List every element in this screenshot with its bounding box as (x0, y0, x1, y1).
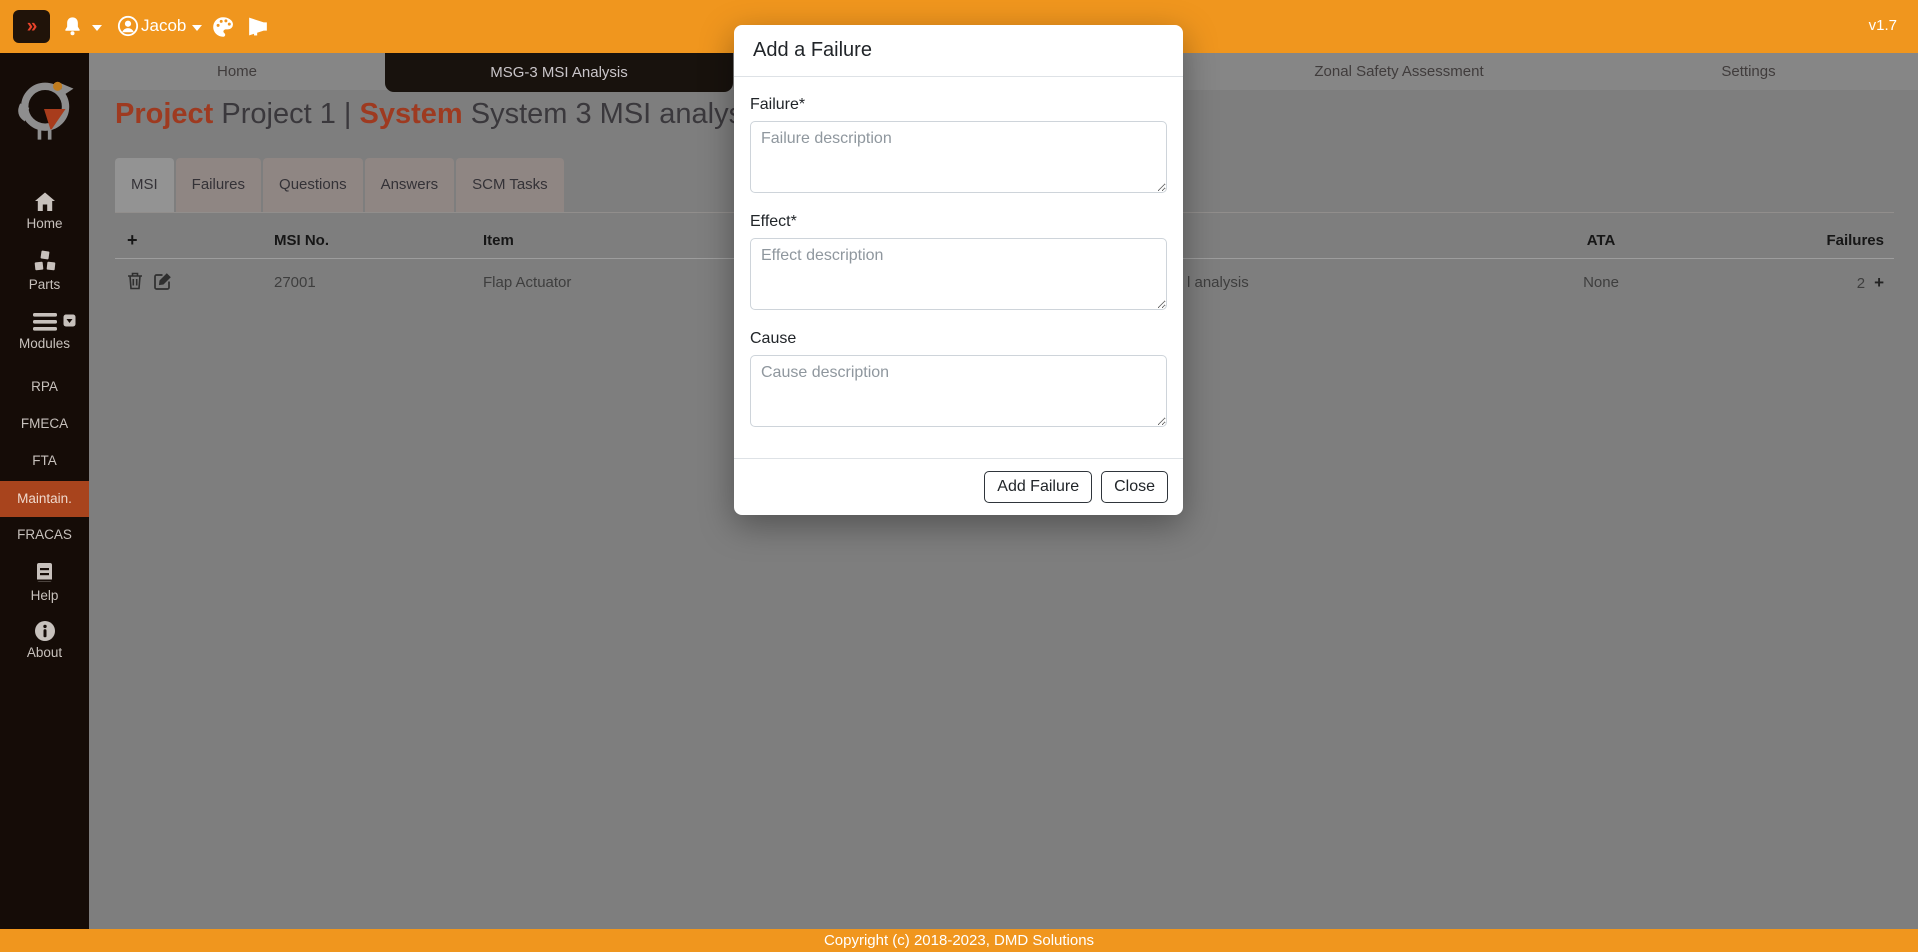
sidebar-item-label: Home (0, 216, 89, 231)
tab-label: Home (217, 63, 257, 80)
add-msi-button[interactable]: + (127, 230, 138, 251)
effect-description-input[interactable] (750, 238, 1167, 310)
sidebar-item-maintain[interactable]: Maintain. (0, 481, 89, 517)
title-separator: | (344, 98, 352, 130)
project-value: Project 1 (221, 98, 335, 130)
col-header-item: Item (470, 232, 690, 249)
cell-item: Flap Actuator (470, 274, 690, 291)
palette-icon[interactable] (211, 15, 235, 44)
sidebar-item-label: FMECA (21, 416, 68, 431)
megaphone-icon[interactable] (245, 14, 271, 44)
subtab-answers[interactable]: Answers (365, 158, 455, 212)
sidebar-item-label: Maintain. (17, 491, 72, 506)
cell-ata: None (1546, 274, 1656, 291)
page-title: Project Project 1 | System System 3 MSI … (115, 98, 764, 131)
modal-title: Add a Failure (734, 25, 1183, 77)
subtab-scm-tasks[interactable]: SCM Tasks (456, 158, 564, 212)
home-icon (33, 191, 57, 213)
modules-icon (32, 311, 58, 333)
modal-body: Failure* Effect* Cause (734, 77, 1183, 458)
app-version: v1.7 (1869, 17, 1897, 34)
footer-bar: Copyright (c) 2018-2023, DMD Solutions (0, 929, 1918, 952)
system-value: System 3 MSI analysis (471, 98, 764, 130)
subtab-questions[interactable]: Questions (263, 158, 363, 212)
user-dropdown-caret-icon[interactable] (192, 25, 202, 31)
bell-dropdown-caret-icon[interactable] (92, 25, 102, 31)
add-failure-modal: Add a Failure Failure* Effect* Cause Add… (734, 25, 1183, 515)
sidebar-item-label: Parts (0, 277, 89, 292)
effect-label: Effect* (750, 213, 1167, 231)
col-header-msi-no: MSI No. (260, 232, 470, 249)
sidebar-item-fracas[interactable]: FRACAS (0, 527, 89, 542)
sidebar-item-about[interactable]: About (0, 620, 89, 660)
cause-label: Cause (750, 330, 1167, 348)
add-failure-row-button[interactable]: + (1874, 273, 1884, 293)
sidebar-item-rpa[interactable]: RPA (0, 379, 89, 394)
sidebar-item-help[interactable]: Help (0, 562, 89, 603)
sidebar-item-label: FTA (32, 453, 57, 468)
subtab-msi[interactable]: MSI (115, 158, 174, 212)
sidebar-item-label: Help (0, 588, 89, 603)
sidebar-item-fta[interactable]: FTA (0, 453, 89, 468)
subtab-failures[interactable]: Failures (176, 158, 261, 212)
bell-icon[interactable] (61, 15, 84, 43)
sidebar-item-home[interactable]: Home (0, 191, 89, 231)
delete-msi-icon[interactable] (127, 272, 143, 294)
copyright-text: Copyright (c) 2018-2023, DMD Solutions (824, 932, 1094, 949)
failure-label: Failure* (750, 96, 1167, 114)
tab-settings[interactable]: Settings (1579, 53, 1918, 90)
edit-msi-icon[interactable] (154, 272, 172, 294)
tab-home[interactable]: Home (89, 53, 385, 90)
modules-dropdown-box-icon[interactable] (63, 314, 76, 327)
sidebar-item-parts[interactable]: Parts (0, 250, 89, 292)
col-header-failures: Failures (1656, 232, 1894, 249)
user-name[interactable]: Jacob (141, 16, 186, 36)
tab-msg3-msi-analysis[interactable]: MSG-3 MSI Analysis (385, 53, 733, 92)
tab-zonal-safety-assessment[interactable]: Zonal Safety Assessment (1219, 53, 1579, 90)
system-label: System (360, 98, 463, 130)
cell-failures-count: 2 (1857, 275, 1865, 292)
tab-label: Zonal Safety Assessment (1314, 63, 1483, 80)
sidebar-item-fmeca[interactable]: FMECA (0, 416, 89, 431)
parts-icon (32, 250, 58, 274)
cell-msi-no: 27001 (260, 274, 470, 291)
tab-label: Settings (1721, 63, 1775, 80)
close-modal-button[interactable]: Close (1101, 471, 1168, 503)
app-logo-icon (10, 69, 78, 149)
sidebar-collapse-button[interactable]: » (13, 10, 50, 43)
user-avatar-icon[interactable] (117, 15, 139, 42)
sidebar-item-label: About (0, 645, 89, 660)
sidebar: Home Parts Modules RPA FMECA FTA (0, 53, 89, 929)
sidebar-item-label: Modules (0, 336, 89, 351)
project-label: Project (115, 98, 213, 130)
sidebar-item-label: FRACAS (17, 527, 72, 542)
sidebar-item-modules[interactable]: Modules (0, 311, 89, 351)
failure-description-input[interactable] (750, 121, 1167, 193)
modal-footer: Add Failure Close (734, 458, 1183, 515)
cell-description-fragment: l analysis (1187, 274, 1249, 291)
sidebar-item-label: RPA (31, 379, 58, 394)
add-failure-submit-button[interactable]: Add Failure (984, 471, 1092, 503)
help-icon (34, 562, 55, 585)
cause-description-input[interactable] (750, 355, 1167, 427)
info-icon (34, 620, 56, 642)
col-header-ata: ATA (1546, 232, 1656, 249)
tab-label: MSG-3 MSI Analysis (490, 64, 628, 81)
